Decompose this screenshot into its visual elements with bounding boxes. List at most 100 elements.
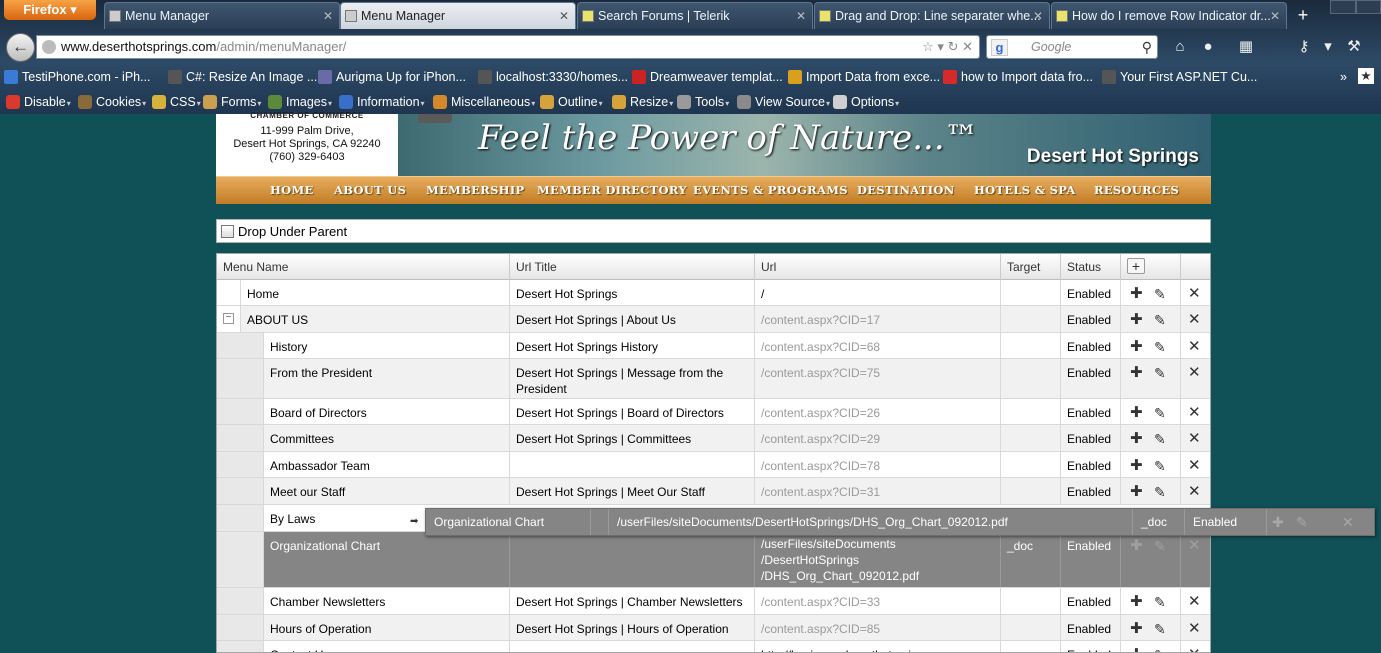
header-menu-name[interactable]: Menu Name (217, 254, 510, 280)
search-icon[interactable]: ⚲ (1142, 36, 1152, 58)
edit-pencil-icon[interactable]: ✎ (1154, 539, 1166, 553)
webdev-tools[interactable]: Tools▾ (677, 93, 729, 111)
table-row[interactable]: Meet our Staff Desert Hot Springs | Meet… (217, 478, 1210, 505)
add-child-icon[interactable]: ✚ (1130, 621, 1143, 636)
header-target[interactable]: Target (1001, 254, 1061, 280)
add-child-icon[interactable]: ✚ (1130, 484, 1143, 499)
nav-hotels-spa[interactable]: HOTELS & SPA (974, 177, 1076, 204)
home-icon[interactable]: ⌂ (1170, 37, 1190, 57)
delete-x-icon[interactable]: ✕ (1188, 458, 1201, 473)
edit-pencil-icon[interactable]: ✎ (1154, 432, 1166, 446)
bookmark-aurigma[interactable]: Aurigma Up for iPhon... (318, 68, 466, 86)
edit-pencil-icon[interactable]: ✎ (1154, 366, 1166, 380)
delete-x-icon[interactable]: ✕ (1188, 365, 1201, 380)
edit-pencil-icon[interactable]: ✎ (1154, 287, 1166, 301)
edit-pencil-icon[interactable]: ✎ (1154, 340, 1166, 354)
delete-x-icon[interactable]: ✕ (1188, 484, 1201, 499)
nav-events-programs[interactable]: EVENTS & PROGRAMS (693, 177, 848, 204)
close-icon[interactable]: ✕ (796, 3, 806, 29)
table-row[interactable]: Hours of Operation Desert Hot Springs | … (217, 615, 1210, 641)
delete-x-icon[interactable]: ✕ (1188, 594, 1201, 609)
drop-under-parent-checkbox[interactable] (221, 225, 234, 238)
table-row[interactable]: Board of Directors Desert Hot Springs | … (217, 399, 1210, 425)
add-child-icon[interactable]: ✚ (1130, 538, 1143, 553)
edit-pencil-icon[interactable]: ✎ (1154, 459, 1166, 473)
addon-key-icon[interactable]: ⚷ (1294, 37, 1314, 57)
delete-x-icon[interactable]: ✕ (1188, 431, 1201, 446)
edit-pencil-icon[interactable]: ✎ (1154, 313, 1166, 327)
stop-icon[interactable]: ✕ (962, 39, 973, 54)
delete-x-icon[interactable]: ✕ (1188, 538, 1201, 553)
add-child-icon[interactable]: ✚ (1130, 647, 1143, 652)
table-row[interactable]: Ambassador Team /content.aspx?CID=78 Ena… (217, 452, 1210, 478)
bookmark-localhost[interactable]: localhost:3330/homes... (478, 68, 628, 86)
add-child-icon[interactable]: ✚ (1130, 312, 1143, 327)
bookmark-star-icon[interactable]: ☆ (922, 39, 934, 54)
webdev-resize[interactable]: Resize▾ (612, 93, 673, 111)
search-input[interactable]: g Google ⚲ (986, 35, 1158, 59)
delete-x-icon[interactable]: ✕ (1188, 405, 1201, 420)
nav-about-us[interactable]: ABOUT US (334, 177, 406, 204)
minimize-button[interactable] (1330, 0, 1356, 14)
delete-x-icon[interactable]: ✕ (1188, 647, 1201, 652)
edit-pencil-icon[interactable]: ✎ (1154, 595, 1166, 609)
add-child-icon[interactable]: ✚ (1130, 405, 1143, 420)
webdev-outline[interactable]: Outline▾ (540, 93, 603, 111)
addon-icon[interactable]: ● (1198, 37, 1218, 57)
webdev-miscellaneous[interactable]: Miscellaneous▾ (433, 93, 535, 111)
maximize-button[interactable] (1356, 0, 1381, 14)
header-url[interactable]: Url (755, 254, 1001, 280)
edit-pencil-icon[interactable]: ✎ (1154, 485, 1166, 499)
edit-pencil-icon[interactable]: ✎ (1154, 622, 1166, 636)
tab-row-indicator[interactable]: How do I remove Row Indicator dr... ✕ (1051, 2, 1287, 29)
edit-pencil-icon[interactable]: ✎ (1154, 648, 1166, 652)
table-row[interactable]: Home Desert Hot Springs / Enabled ✚ ✎ ✕ (217, 280, 1210, 306)
delete-x-icon[interactable]: ✕ (1188, 339, 1201, 354)
addon-grid-icon[interactable]: ▦ (1236, 37, 1256, 57)
close-icon[interactable]: ✕ (559, 3, 569, 29)
table-row[interactable]: History Desert Hot Springs History /cont… (217, 333, 1210, 359)
add-child-icon[interactable]: ✚ (1130, 431, 1143, 446)
nav-destination[interactable]: DESTINATION (857, 177, 955, 204)
add-child-icon[interactable]: ✚ (1130, 594, 1143, 609)
table-row[interactable]: − ABOUT US Desert Hot Springs | About Us… (217, 306, 1210, 333)
table-row[interactable]: Committees Desert Hot Springs | Committe… (217, 425, 1210, 452)
firefox-menu-button[interactable]: Firefox ▾ (4, 0, 96, 20)
add-child-icon[interactable]: ✚ (1130, 286, 1143, 301)
table-row-dragging[interactable]: Organizational Chart /userFiles/siteDocu… (217, 532, 1210, 588)
bookmark-import-data[interactable]: Import Data from exce... (788, 68, 940, 86)
close-icon[interactable]: ✕ (1270, 3, 1280, 29)
drag-clue-row[interactable]: Organizational Chart /userFiles/siteDocu… (425, 508, 1375, 536)
new-tab-icon[interactable]: + (1292, 5, 1314, 27)
reload-icon[interactable]: ↻ (948, 39, 959, 54)
bookmark-aspnet[interactable]: Your First ASP.NET Cu... (1102, 68, 1257, 86)
nav-resources[interactable]: RESOURCES (1094, 177, 1179, 204)
dropdown-icon[interactable]: ▾ (937, 39, 944, 54)
tab-telerik-forums[interactable]: Search Forums | Telerik ✕ (577, 2, 813, 29)
bookmarks-menu-icon[interactable]: ★ (1358, 68, 1374, 84)
webdev-disable[interactable]: Disable▾ (6, 93, 71, 111)
tab-menu-manager-1[interactable]: Menu Manager ✕ (104, 2, 340, 29)
table-row[interactable]: Chamber Newsletters Desert Hot Springs |… (217, 588, 1210, 615)
webdev-cookies[interactable]: Cookies▾ (78, 93, 146, 111)
collapse-icon[interactable]: − (223, 313, 234, 324)
delete-x-icon[interactable]: ✕ (1188, 286, 1201, 301)
google-icon[interactable]: g (991, 39, 1008, 56)
nav-membership[interactable]: MEMBERSHIP (426, 177, 524, 204)
add-row-button[interactable]: + (1127, 258, 1145, 274)
table-row[interactable]: From the President Desert Hot Springs | … (217, 359, 1210, 399)
webdev-options[interactable]: Options▾ (833, 93, 899, 111)
menu-dropdown-icon[interactable]: ▾ (1318, 37, 1338, 57)
tab-drag-and-drop[interactable]: Drag and Drop: Line separater whe... ✕ (814, 2, 1050, 29)
bookmark-testiphone[interactable]: TestiPhone.com - iPh... (4, 68, 151, 86)
bookmark-resize-image[interactable]: C#: Resize An Image ... (168, 68, 317, 86)
url-bar[interactable]: www.deserthotsprings.com/admin/menuManag… (36, 35, 980, 59)
nav-member-directory[interactable]: MEMBER DIRECTORY (537, 177, 687, 204)
edit-pencil-icon[interactable]: ✎ (1154, 406, 1166, 420)
webdev-css[interactable]: CSS▾ (152, 93, 201, 111)
add-child-icon[interactable]: ✚ (1130, 365, 1143, 380)
delete-x-icon[interactable]: ✕ (1188, 621, 1201, 636)
close-icon[interactable]: ✕ (323, 3, 333, 29)
header-url-title[interactable]: Url Title (510, 254, 755, 280)
webdev-view-source[interactable]: View Source▾ (737, 93, 830, 111)
